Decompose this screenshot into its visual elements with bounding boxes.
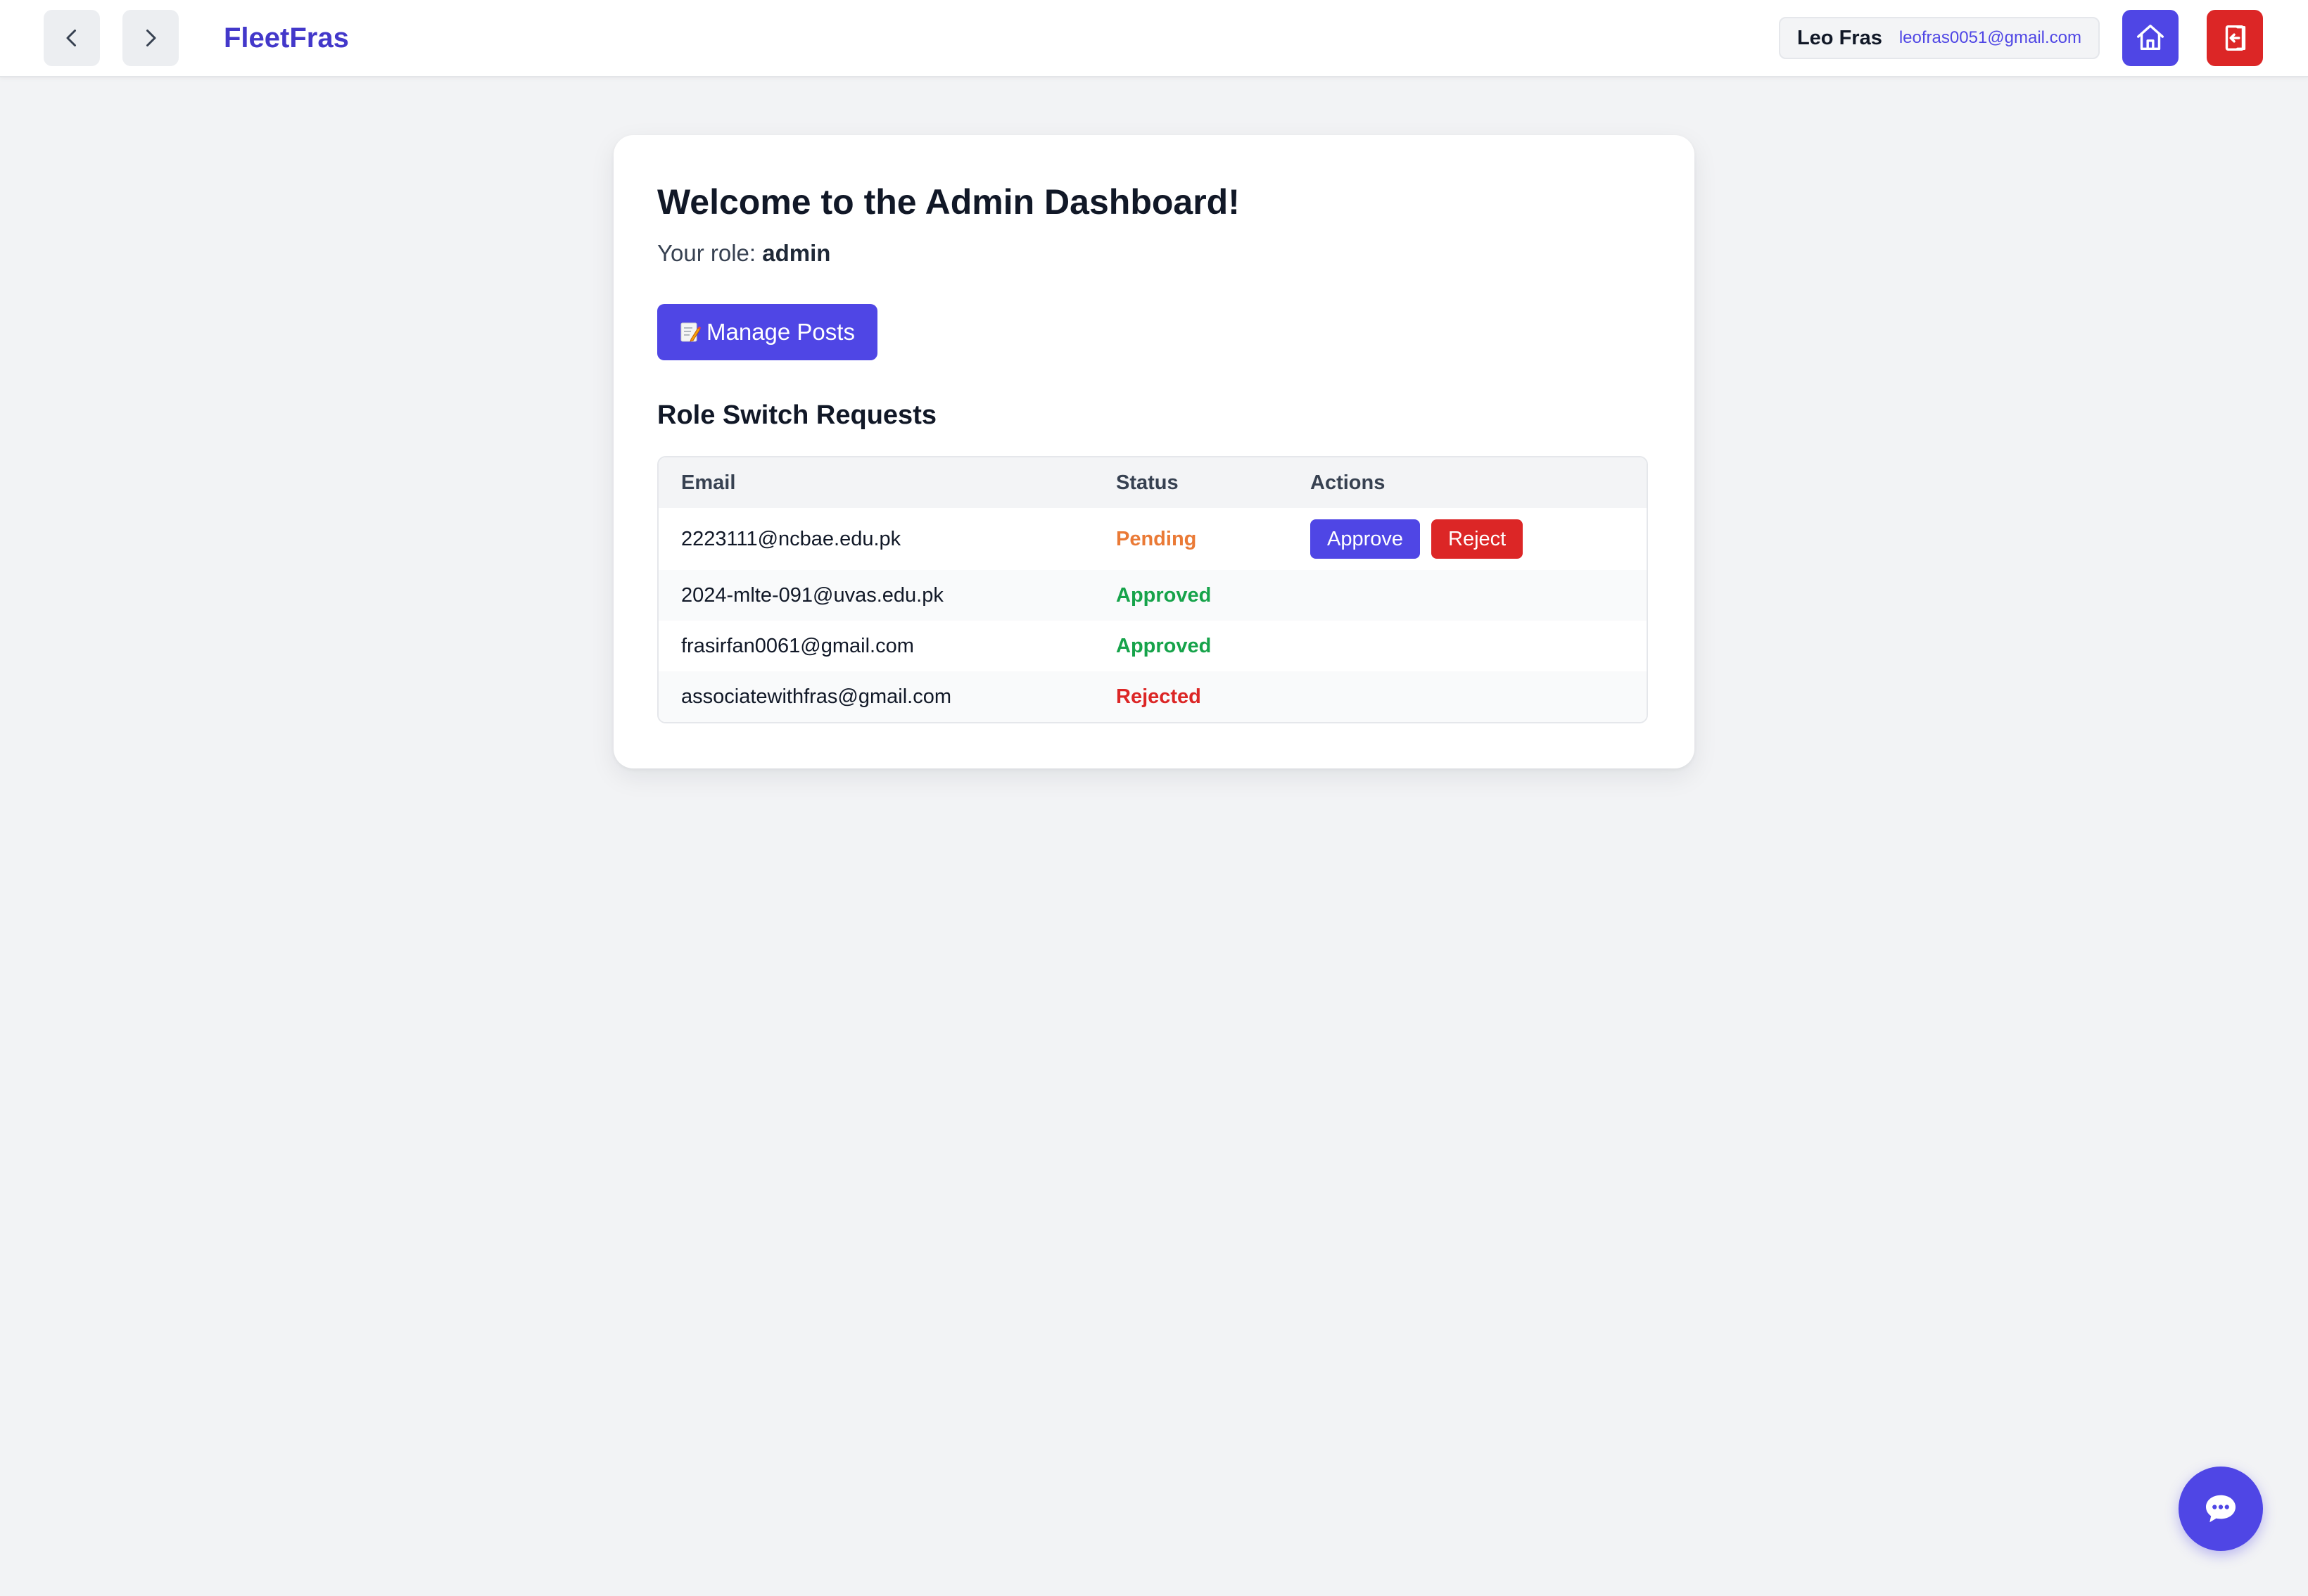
user-info-chip: Leo Fras leofras0051@gmail.com (1778, 17, 2100, 59)
role-line: Your role: admin (657, 238, 830, 269)
page-title: Welcome to the Admin Dashboard! (657, 182, 1240, 222)
row-actions (1288, 671, 1647, 722)
request-email: 2223111@ncbae.edu.pk (681, 527, 901, 550)
table-row: associatewithfras@gmail.com Rejected (659, 671, 1647, 722)
column-header-email: Email (659, 457, 1093, 508)
column-header-actions: Actions (1288, 457, 1647, 508)
role-value: admin (762, 240, 831, 266)
admin-dashboard-card: Welcome to the Admin Dashboard! Your rol… (614, 135, 1694, 768)
table-row: 2223111@ncbae.edu.pk Pending Approve Reje… (659, 508, 1647, 570)
status-badge: Approved (1116, 634, 1212, 657)
chat-bubble-icon (2206, 1495, 2236, 1523)
user-name: Leo Fras (1796, 26, 1882, 49)
row-actions: Approve Reject (1288, 508, 1647, 570)
table-row: 2024-mlte-091@uvas.edu.pk Approved (659, 570, 1647, 621)
column-header-status: Status (1093, 457, 1288, 508)
chevron-left-icon (66, 30, 76, 46)
table-row: frasirfan0061@gmail.com Approved (659, 621, 1647, 671)
chevron-right-icon (146, 30, 156, 46)
user-email: leofras0051@gmail.com (1898, 28, 2081, 47)
forward-button[interactable] (122, 10, 179, 66)
row-actions (1288, 570, 1647, 621)
manage-posts-label: Manage Posts (706, 319, 855, 345)
memo-icon (680, 322, 701, 342)
reject-button[interactable]: Reject (1431, 519, 1523, 559)
status-badge: Approved (1116, 583, 1212, 607)
home-icon (2137, 25, 2164, 51)
request-email: associatewithfras@gmail.com (659, 671, 1093, 722)
request-email: 2024-mlte-091@uvas.edu.pk (659, 570, 1093, 621)
table-header-row: Email Status Actions (659, 457, 1647, 508)
top-navbar: FleetFras Leo Fras leofras0051@gmail.com (0, 0, 2308, 77)
approve-button[interactable]: Approve (1310, 519, 1421, 559)
status-badge: Pending (1116, 527, 1197, 550)
logout-button[interactable] (2207, 10, 2263, 66)
status-badge: Rejected (1116, 685, 1201, 708)
logout-icon (2225, 25, 2246, 51)
request-email: frasirfan0061@gmail.com (681, 634, 914, 657)
section-title: Role Switch Requests (657, 400, 937, 430)
chat-button[interactable] (2179, 1467, 2263, 1551)
role-requests-table: Email Status Actions 2223111@ncbae.edu.p… (657, 456, 1648, 723)
row-actions (1288, 621, 1647, 671)
home-button[interactable] (2122, 10, 2179, 66)
manage-posts-button[interactable]: Manage Posts (657, 304, 877, 360)
brand-logo-text[interactable]: FleetFras (224, 20, 349, 56)
back-button[interactable] (44, 10, 100, 66)
role-label: Your role: (657, 240, 756, 266)
